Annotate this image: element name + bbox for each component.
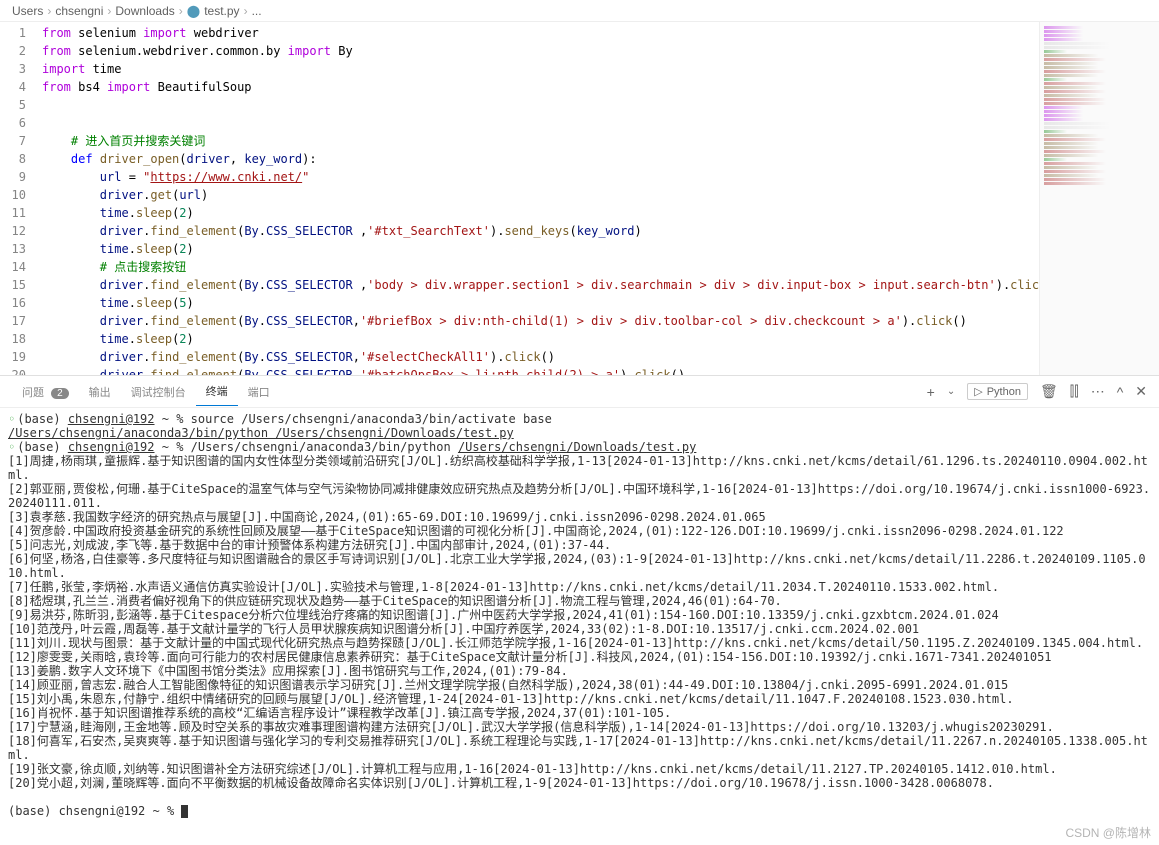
breadcrumb-item[interactable]: chsengni [55,4,103,18]
breadcrumb-item[interactable]: ... [252,4,262,18]
tab-output[interactable]: 输出 [79,378,121,406]
problems-badge: 2 [51,388,69,399]
close-icon[interactable]: ✕ [1135,383,1147,400]
line-gutter: 1234567891011121314151617181920 [0,22,42,375]
chevron-right-icon: › [244,4,248,18]
more-icon[interactable]: ⋯ [1091,383,1105,400]
breadcrumb-item[interactable]: Downloads [115,4,174,18]
chevron-down-icon[interactable]: ⌄ [947,386,955,397]
terminal-output[interactable]: ◦(base) chsengni@192 ~ % source /Users/c… [0,408,1159,845]
split-icon[interactable]: ⫿⫿ [1070,383,1079,400]
breadcrumb-item[interactable]: test.py [204,4,239,18]
chevron-right-icon: › [107,4,111,18]
bottom-panel: 问题 2 输出 调试控制台 终端 端口 + ⌄ ▷ Python 🗑 ⫿⫿ ⋯ … [0,375,1159,845]
panel-actions: + ⌄ ▷ Python 🗑 ⫿⫿ ⋯ ^ ✕ [927,383,1147,400]
terminal-picker[interactable]: ▷ Python [967,383,1028,400]
watermark: CSDN @陈增林 [1065,824,1151,841]
editor-area: 1234567891011121314151617181920 from sel… [0,22,1159,375]
tab-terminal[interactable]: 终端 [196,377,238,406]
python-file-icon: ⬤ [187,4,200,18]
panel-tabs: 问题 2 输出 调试控制台 终端 端口 + ⌄ ▷ Python 🗑 ⫿⫿ ⋯ … [0,376,1159,408]
trash-icon[interactable]: 🗑 [1040,383,1058,400]
tab-debug-console[interactable]: 调试控制台 [121,378,196,406]
new-terminal-icon[interactable]: + [927,384,935,400]
breadcrumb: Users › chsengni › Downloads › ⬤ test.py… [0,0,1159,22]
maximize-icon[interactable]: ^ [1117,384,1124,400]
terminal-run-icon: ▷ [974,385,982,398]
chevron-right-icon: › [47,4,51,18]
chevron-right-icon: › [179,4,183,18]
tab-ports[interactable]: 端口 [238,378,280,406]
code-content[interactable]: from selenium import webdriverfrom selen… [42,22,1039,375]
minimap[interactable] [1039,22,1159,375]
code-editor[interactable]: 1234567891011121314151617181920 from sel… [0,22,1039,375]
tab-problems[interactable]: 问题 2 [12,378,79,406]
breadcrumb-item[interactable]: Users [12,4,43,18]
